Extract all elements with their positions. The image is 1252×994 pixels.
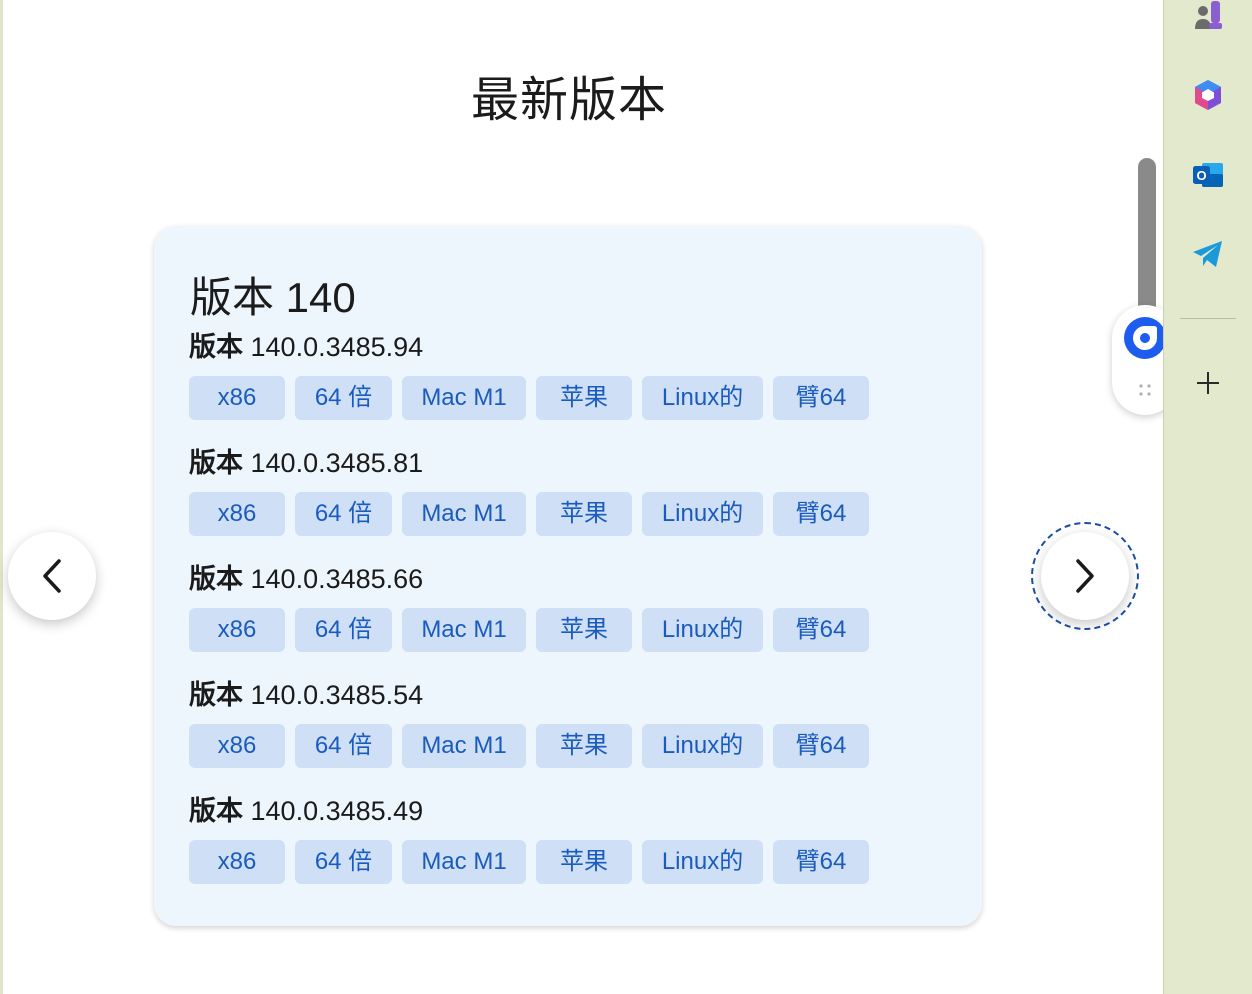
version-entry: 版本 140.0.3485.94 x86 64 倍 Mac M1 苹果 Linu… (189, 330, 869, 420)
download-apple-button[interactable]: 苹果 (536, 608, 632, 652)
version-card: 版本 140 版本 140.0.3485.94 x86 64 倍 Mac M1 … (154, 226, 982, 926)
download-mac-m1-button[interactable]: Mac M1 (402, 724, 526, 768)
download-apple-button[interactable]: 苹果 (536, 840, 632, 884)
carousel-prev-button[interactable] (8, 532, 96, 620)
download-x64-button[interactable]: 64 倍 (295, 724, 392, 768)
version-entry: 版本 140.0.3485.54 x86 64 倍 Mac M1 苹果 Linu… (189, 678, 869, 768)
microsoft365-icon[interactable] (1189, 76, 1227, 114)
sidebar-divider (1180, 318, 1236, 319)
copilot-button[interactable] (1124, 317, 1166, 359)
version-prefix: 版本 (189, 564, 243, 594)
version-number: 140.0.3485.66 (250, 564, 424, 594)
version-entry: 版本 140.0.3485.66 x86 64 倍 Mac M1 苹果 Linu… (189, 562, 869, 652)
version-prefix: 版本 (189, 796, 243, 826)
download-mac-m1-button[interactable]: Mac M1 (402, 840, 526, 884)
download-tags: x86 64 倍 Mac M1 苹果 Linux的 臂64 (189, 724, 869, 768)
download-x86-button[interactable]: x86 (189, 724, 285, 768)
download-x86-button[interactable]: x86 (189, 376, 285, 420)
page-title: 最新版本 (470, 74, 667, 127)
download-mac-m1-button[interactable]: Mac M1 (402, 608, 526, 652)
download-mac-m1-button[interactable]: Mac M1 (402, 492, 526, 536)
copilot-icon (1133, 326, 1157, 350)
browser-sidebar: O (1163, 0, 1252, 994)
page-scrollbar[interactable] (1138, 158, 1156, 328)
telegram-icon[interactable] (1189, 235, 1227, 273)
chevron-left-icon (43, 559, 61, 593)
outlook-icon[interactable]: O (1189, 156, 1227, 194)
download-tags: x86 64 倍 Mac M1 苹果 Linux的 臂64 (189, 492, 869, 536)
download-arm64-button[interactable]: 臂64 (773, 840, 869, 884)
games-icon[interactable] (1189, 0, 1227, 36)
page-content: 最新版本 版本 140 版本 140.0.3485.94 x86 64 倍 Ma… (3, 0, 1139, 994)
download-arm64-button[interactable]: 臂64 (773, 376, 869, 420)
version-label: 版本 140.0.3485.54 (189, 678, 869, 712)
scrollbar-thumb[interactable] (1138, 158, 1156, 328)
download-x86-button[interactable]: x86 (189, 608, 285, 652)
download-arm64-button[interactable]: 臂64 (773, 724, 869, 768)
download-linux-button[interactable]: Linux的 (642, 724, 763, 768)
download-x64-button[interactable]: 64 倍 (295, 608, 392, 652)
download-linux-button[interactable]: Linux的 (642, 840, 763, 884)
version-label: 版本 140.0.3485.81 (189, 446, 869, 480)
download-linux-button[interactable]: Linux的 (642, 492, 763, 536)
version-label: 版本 140.0.3485.94 (189, 330, 869, 364)
drag-handle-icon[interactable] (1138, 383, 1152, 397)
version-prefix: 版本 (189, 448, 243, 478)
card-title: 版本 140 (190, 274, 356, 321)
download-tags: x86 64 倍 Mac M1 苹果 Linux的 臂64 (189, 840, 869, 884)
version-prefix: 版本 (189, 680, 243, 710)
download-tags: x86 64 倍 Mac M1 苹果 Linux的 臂64 (189, 376, 869, 420)
download-apple-button[interactable]: 苹果 (536, 376, 632, 420)
add-icon[interactable] (1189, 364, 1227, 402)
download-linux-button[interactable]: Linux的 (642, 376, 763, 420)
version-label: 版本 140.0.3485.49 (189, 794, 869, 828)
download-mac-m1-button[interactable]: Mac M1 (402, 376, 526, 420)
version-entry: 版本 140.0.3485.49 x86 64 倍 Mac M1 苹果 Linu… (189, 794, 869, 884)
version-number: 140.0.3485.54 (250, 680, 424, 710)
download-tags: x86 64 倍 Mac M1 苹果 Linux的 臂64 (189, 608, 869, 652)
version-label: 版本 140.0.3485.66 (189, 562, 869, 596)
version-prefix: 版本 (189, 332, 243, 362)
carousel-next-button[interactable] (1041, 532, 1129, 620)
download-x64-button[interactable]: 64 倍 (295, 492, 392, 536)
download-arm64-button[interactable]: 臂64 (773, 608, 869, 652)
chevron-right-icon (1076, 559, 1094, 593)
version-number: 140.0.3485.81 (250, 448, 424, 478)
version-number: 140.0.3485.94 (250, 332, 424, 362)
download-x64-button[interactable]: 64 倍 (295, 840, 392, 884)
download-x86-button[interactable]: x86 (189, 840, 285, 884)
download-apple-button[interactable]: 苹果 (536, 724, 632, 768)
download-arm64-button[interactable]: 臂64 (773, 492, 869, 536)
download-x64-button[interactable]: 64 倍 (295, 376, 392, 420)
download-x86-button[interactable]: x86 (189, 492, 285, 536)
download-apple-button[interactable]: 苹果 (536, 492, 632, 536)
version-number: 140.0.3485.49 (250, 796, 424, 826)
version-entry: 版本 140.0.3485.81 x86 64 倍 Mac M1 苹果 Linu… (189, 446, 869, 536)
svg-text:O: O (1196, 168, 1206, 183)
download-linux-button[interactable]: Linux的 (642, 608, 763, 652)
